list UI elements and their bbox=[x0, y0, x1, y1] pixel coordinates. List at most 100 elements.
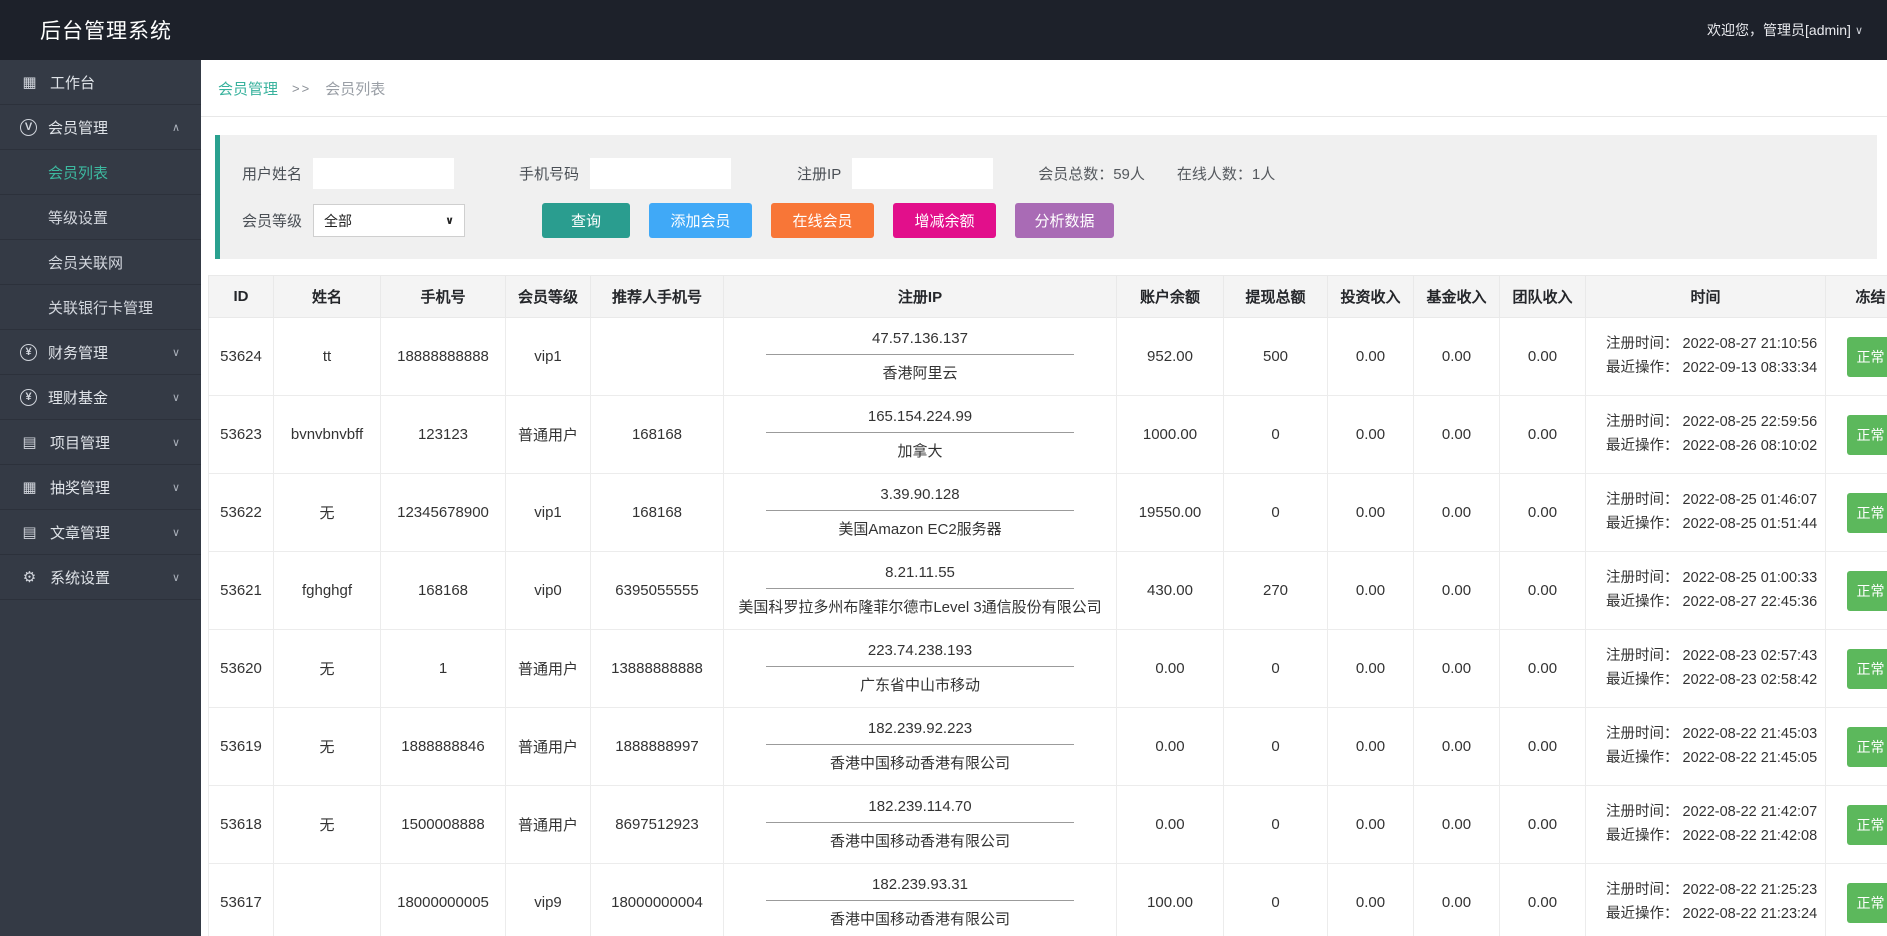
sidebar-subitem-1-3[interactable]: 关联银行卡管理 bbox=[0, 285, 201, 330]
cell-invest-income: 0.00 bbox=[1328, 708, 1414, 786]
table-row: 53619无1888888846普通用户1888888997182.239.92… bbox=[209, 708, 1887, 786]
finance-yen-icon: ¥ bbox=[20, 344, 37, 361]
phone-input[interactable] bbox=[590, 158, 731, 189]
cell-team-income: 0.00 bbox=[1500, 552, 1586, 630]
cell-referrer: 168168 bbox=[591, 396, 724, 474]
cell-level: 普通用户 bbox=[506, 630, 591, 708]
sidebar-item-7[interactable]: ⚙系统设置∨ bbox=[0, 555, 201, 600]
ip-location: 香港阿里云 bbox=[724, 362, 1116, 383]
register-time: 注册时间： 2022-08-22 21:45:03 bbox=[1606, 723, 1825, 747]
cell-withdraw-total: 0 bbox=[1224, 864, 1328, 936]
username-input[interactable] bbox=[313, 158, 454, 189]
add-member-button[interactable]: 添加会员 bbox=[649, 203, 752, 238]
sidebar-item-2[interactable]: ¥财务管理∨ bbox=[0, 330, 201, 375]
cell-invest-income: 0.00 bbox=[1328, 318, 1414, 396]
cell-team-income: 0.00 bbox=[1500, 396, 1586, 474]
status-badge[interactable]: 正常 bbox=[1847, 337, 1887, 377]
status-badge[interactable]: 正常 bbox=[1847, 649, 1887, 689]
chevron-down-icon: ∨ bbox=[172, 346, 180, 359]
status-badge[interactable]: 正常 bbox=[1847, 805, 1887, 845]
sidebar-subitem-1-0[interactable]: 会员列表 bbox=[0, 150, 201, 195]
analyze-data-button[interactable]: 分析数据 bbox=[1015, 203, 1114, 238]
status-badge[interactable]: 正常 bbox=[1847, 571, 1887, 611]
register-ip-label: 注册IP bbox=[797, 163, 841, 184]
sidebar-item-1[interactable]: V会员管理∧ bbox=[0, 105, 201, 150]
cell-id: 53619 bbox=[209, 708, 274, 786]
last-operation-time: 最近操作： 2022-08-27 22:45:36 bbox=[1606, 591, 1825, 615]
status-badge[interactable]: 正常 bbox=[1847, 727, 1887, 767]
lottery-grid-icon: ▦ bbox=[20, 478, 39, 496]
cell-withdraw-total: 0 bbox=[1224, 630, 1328, 708]
sidebar-item-label: 理财基金 bbox=[48, 387, 108, 408]
sidebar-item-6[interactable]: ▤文章管理∨ bbox=[0, 510, 201, 555]
cell-id: 53618 bbox=[209, 786, 274, 864]
online-members-stat: 在线人数：1人 bbox=[1177, 163, 1275, 184]
ip-location: 美国Amazon EC2服务器 bbox=[724, 518, 1116, 539]
cell-referrer: 6395055555 bbox=[591, 552, 724, 630]
cell-register-ip: 182.239.92.223香港中国移动香港有限公司 bbox=[724, 708, 1117, 786]
sidebar-item-4[interactable]: ▤项目管理∨ bbox=[0, 420, 201, 465]
cell-team-income: 0.00 bbox=[1500, 318, 1586, 396]
ip-address: 165.154.224.99 bbox=[766, 408, 1074, 433]
adjust-balance-button[interactable]: 增减余额 bbox=[893, 203, 996, 238]
table-row: 53620无1普通用户13888888888223.74.238.193广东省中… bbox=[209, 630, 1887, 708]
table-row: 53622无12345678900vip11681683.39.90.128美国… bbox=[209, 474, 1887, 552]
table-row: 53623bvnvbnvbff123123普通用户168168165.154.2… bbox=[209, 396, 1887, 474]
sidebar: ▦工作台V会员管理∧会员列表等级设置会员关联网关联银行卡管理¥财务管理∨¥理财基… bbox=[0, 60, 201, 936]
ip-address: 182.239.92.223 bbox=[766, 720, 1074, 745]
column-header: 注册IP bbox=[724, 276, 1117, 318]
member-circle-v-icon: V bbox=[20, 119, 37, 136]
sidebar-item-3[interactable]: ¥理财基金∨ bbox=[0, 375, 201, 420]
cell-fund-income: 0.00 bbox=[1414, 708, 1500, 786]
chevron-down-icon: ∨ bbox=[172, 571, 180, 584]
cell-time: 注册时间： 2022-08-25 01:00:33最近操作： 2022-08-2… bbox=[1586, 552, 1826, 630]
cell-status: 正常 bbox=[1826, 474, 1887, 552]
cell-phone: 168168 bbox=[381, 552, 506, 630]
table-row: 53618无1500008888普通用户8697512923182.239.11… bbox=[209, 786, 1887, 864]
register-time: 注册时间： 2022-08-23 02:57:43 bbox=[1606, 645, 1825, 669]
cell-fund-income: 0.00 bbox=[1414, 318, 1500, 396]
status-badge[interactable]: 正常 bbox=[1847, 493, 1887, 533]
register-time: 注册时间： 2022-08-22 21:25:23 bbox=[1606, 879, 1825, 903]
ip-address: 8.21.11.55 bbox=[766, 564, 1074, 589]
cell-balance: 0.00 bbox=[1117, 786, 1224, 864]
column-header: 姓名 bbox=[274, 276, 381, 318]
settings-gear-icon: ⚙ bbox=[20, 568, 39, 586]
cell-phone: 1888888846 bbox=[381, 708, 506, 786]
total-members-stat: 会员总数：59人 bbox=[1038, 163, 1145, 184]
user-menu[interactable]: 欢迎您，管理员[admin] ∨ bbox=[1707, 20, 1863, 40]
cell-balance: 430.00 bbox=[1117, 552, 1224, 630]
column-header: 时间 bbox=[1586, 276, 1826, 318]
app-title: 后台管理系统 bbox=[40, 15, 172, 45]
query-button[interactable]: 查询 bbox=[542, 203, 630, 238]
cell-status: 正常 bbox=[1826, 552, 1887, 630]
sidebar-item-label: 工作台 bbox=[50, 72, 95, 93]
cell-status: 正常 bbox=[1826, 630, 1887, 708]
cell-invest-income: 0.00 bbox=[1328, 474, 1414, 552]
register-time: 注册时间： 2022-08-22 21:42:07 bbox=[1606, 801, 1825, 825]
username-label: 用户姓名 bbox=[242, 163, 302, 184]
sidebar-item-5[interactable]: ▦抽奖管理∨ bbox=[0, 465, 201, 510]
cell-register-ip: 8.21.11.55美国科罗拉多州布隆菲尔德市Level 3通信股份有限公司 bbox=[724, 552, 1117, 630]
cell-time: 注册时间： 2022-08-22 21:45:03最近操作： 2022-08-2… bbox=[1586, 708, 1826, 786]
workbench-grid-icon: ▦ bbox=[20, 73, 39, 91]
sidebar-item-0[interactable]: ▦ 工作台 bbox=[0, 60, 201, 105]
status-badge[interactable]: 正常 bbox=[1847, 883, 1887, 923]
cell-time: 注册时间： 2022-08-25 22:59:56最近操作： 2022-08-2… bbox=[1586, 396, 1826, 474]
cell-fund-income: 0.00 bbox=[1414, 786, 1500, 864]
cell-level: 普通用户 bbox=[506, 786, 591, 864]
sidebar-subitem-1-1[interactable]: 等级设置 bbox=[0, 195, 201, 240]
sidebar-subitem-1-2[interactable]: 会员关联网 bbox=[0, 240, 201, 285]
register-ip-input[interactable] bbox=[852, 158, 993, 189]
ip-location: 香港中国移动香港有限公司 bbox=[724, 908, 1116, 929]
online-members-button[interactable]: 在线会员 bbox=[771, 203, 874, 238]
cell-id: 53622 bbox=[209, 474, 274, 552]
cell-status: 正常 bbox=[1826, 864, 1887, 936]
breadcrumb-current: 会员列表 bbox=[325, 78, 385, 99]
level-label: 会员等级 bbox=[242, 210, 302, 231]
breadcrumb-parent[interactable]: 会员管理 bbox=[218, 78, 278, 99]
level-select[interactable]: 全部 ∨ bbox=[313, 204, 465, 237]
status-badge[interactable]: 正常 bbox=[1847, 415, 1887, 455]
cell-fund-income: 0.00 bbox=[1414, 630, 1500, 708]
cell-withdraw-total: 500 bbox=[1224, 318, 1328, 396]
